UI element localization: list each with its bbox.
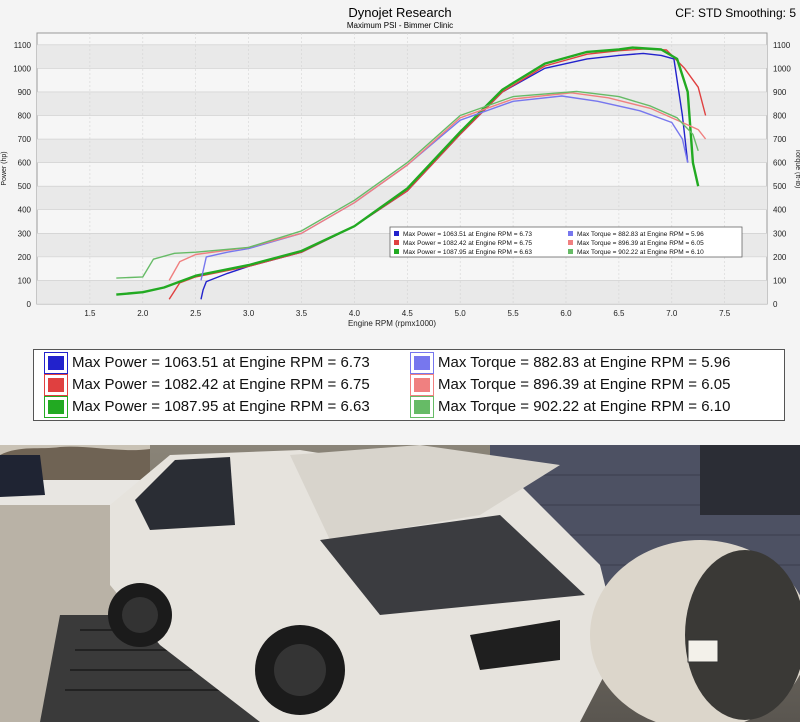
x-tick-label: 4.0 <box>349 309 361 318</box>
grid-band <box>37 186 767 210</box>
chart-legend-label: Max Power = 1082.42 at Engine RPM = 6.75 <box>403 240 532 247</box>
y-tick-label-left: 500 <box>18 182 32 191</box>
chart-legend-swatch <box>394 231 399 236</box>
y-tick-label-right: 1100 <box>773 41 791 50</box>
big-legend-label: Max Torque = 882.83 at Engine RPM = 5.96 <box>438 354 731 371</box>
big-legend-label: Max Power = 1082.42 at Engine RPM = 6.75 <box>72 376 370 393</box>
y-tick-label-left: 0 <box>27 300 32 309</box>
photo-illustration <box>0 445 800 727</box>
x-axis-label: Engine RPM (rpmx1000) <box>348 319 436 328</box>
x-tick-label: 5.0 <box>455 309 467 318</box>
y-tick-label-left: 1100 <box>14 41 32 50</box>
x-tick-label: 3.5 <box>296 309 308 318</box>
dyno-chart: 0 0 100 100 200 200 300 300 400 400 500 500 600 600 70… <box>1 32 800 328</box>
x-tick-label: 7.5 <box>719 309 731 318</box>
y-axis-label-right: Torque (ft-lb) <box>794 149 800 189</box>
car-on-dyno-photo <box>0 445 800 727</box>
y-tick-label-right: 300 <box>773 229 787 238</box>
y-tick-label-left: 700 <box>18 135 32 144</box>
dyno-report-area: Dynojet Research Maximum PSI - Bimmer Cl… <box>0 0 800 445</box>
y-tick-label-right: 700 <box>773 135 787 144</box>
rear-rim <box>122 597 158 633</box>
y-tick-label-left: 300 <box>18 229 32 238</box>
parked-car <box>0 455 45 497</box>
x-tick-label: 1.5 <box>84 309 96 318</box>
front-rim <box>274 644 326 696</box>
big-legend-label: Max Torque = 896.39 at Engine RPM = 6.05 <box>438 376 731 393</box>
big-legend-label: Max Power = 1087.95 at Engine RPM = 6.63 <box>72 398 370 415</box>
y-tick-label-left: 100 <box>18 276 32 285</box>
wall-equipment <box>700 445 800 515</box>
x-tick-label: 2.0 <box>137 309 149 318</box>
big-legend-label: Max Power = 1063.51 at Engine RPM = 6.73 <box>72 354 370 371</box>
y-tick-label-right: 0 <box>773 300 778 309</box>
chart-legend-swatch <box>568 240 573 245</box>
chart-legend-label: Max Power = 1063.51 at Engine RPM = 6.73 <box>403 231 532 238</box>
x-tick-label: 4.5 <box>402 309 414 318</box>
chart-legend-swatch <box>394 249 399 254</box>
y-tick-label-right: 800 <box>773 111 787 120</box>
grid-band <box>37 139 767 163</box>
big-legend-swatch <box>45 397 67 417</box>
chart-legend-label: Max Torque = 902.22 at Engine RPM = 6.10 <box>577 249 704 256</box>
y-tick-label-right: 900 <box>773 88 787 97</box>
x-tick-label: 6.0 <box>560 309 572 318</box>
big-legend-swatch <box>45 353 67 373</box>
y-tick-label-left: 200 <box>18 253 32 262</box>
y-axis-label-left: Power (hp) <box>1 151 8 185</box>
chart-legend-swatch <box>568 231 573 236</box>
y-tick-label-right: 400 <box>773 206 787 215</box>
y-tick-label-left: 1000 <box>13 64 31 73</box>
y-tick-label-right: 500 <box>773 182 787 191</box>
x-tick-label: 7.0 <box>666 309 678 318</box>
y-tick-label-left: 900 <box>18 88 32 97</box>
big-legend-swatch <box>411 375 433 395</box>
x-tick-label: 2.5 <box>190 309 202 318</box>
y-tick-label-left: 800 <box>18 111 32 120</box>
x-tick-label: 3.0 <box>243 309 255 318</box>
big-legend-box: Max Power = 1063.51 at Engine RPM = 6.73… <box>33 349 785 421</box>
chart-legend-swatch <box>394 240 399 245</box>
fan-opening <box>685 550 800 720</box>
fan-warning-label <box>687 639 719 663</box>
chart-legend-label: Max Torque = 896.39 at Engine RPM = 6.05 <box>577 240 704 247</box>
big-legend-label: Max Torque = 902.22 at Engine RPM = 6.10 <box>438 398 731 415</box>
big-legend-swatch <box>411 397 433 417</box>
x-tick-label: 5.5 <box>508 309 520 318</box>
chart-legend-label: Max Torque = 882.83 at Engine RPM = 5.96 <box>577 231 704 238</box>
chart-legend-label: Max Power = 1087.95 at Engine RPM = 6.63 <box>403 249 532 256</box>
y-tick-label-right: 100 <box>773 276 787 285</box>
y-tick-label-right: 600 <box>773 159 787 168</box>
y-tick-label-left: 600 <box>18 159 32 168</box>
big-legend-swatch <box>411 353 433 373</box>
y-tick-label-left: 400 <box>18 206 32 215</box>
big-legend-swatch <box>45 375 67 395</box>
y-tick-label-right: 200 <box>773 253 787 262</box>
chart-legend-swatch <box>568 249 573 254</box>
x-tick-label: 6.5 <box>613 309 625 318</box>
y-tick-label-right: 1000 <box>773 64 791 73</box>
